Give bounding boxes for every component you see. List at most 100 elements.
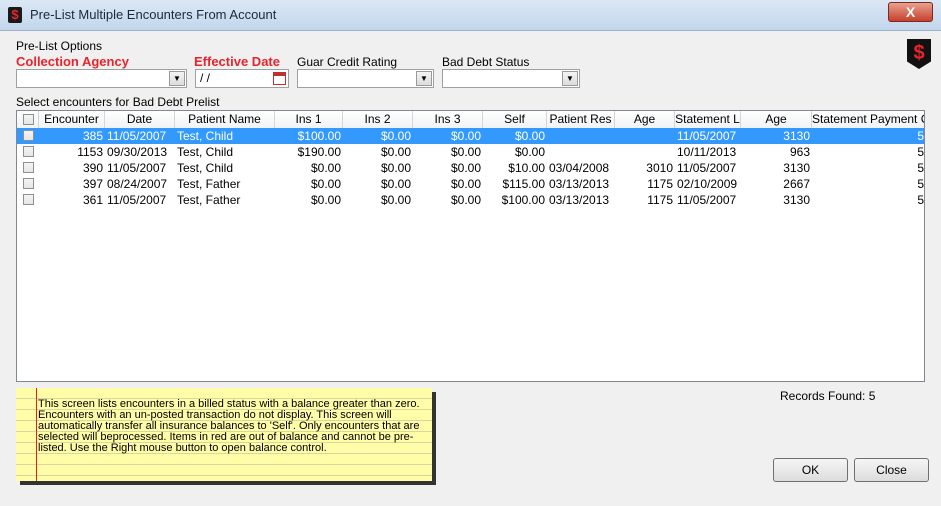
dialog-body: Pre-List Options Collection Agency ▼ Eff… [6, 31, 935, 501]
table-cell: 397 [82, 177, 103, 191]
table-cell: 09/30/2013 [107, 145, 168, 159]
table-cell: $0.00 [310, 177, 341, 191]
ok-button[interactable]: OK [773, 458, 848, 482]
table-cell: 11/05/2007 [107, 193, 167, 207]
column-header[interactable]: Age [615, 111, 675, 128]
table-cell: $0.00 [450, 161, 481, 175]
table-cell: $190.00 [297, 145, 341, 159]
table-cell: 1153 [77, 145, 103, 159]
table-cell: 5 [917, 161, 924, 175]
app-icon: $ [8, 7, 22, 23]
table-cell: 3130 [783, 193, 810, 207]
table-cell: $0.00 [380, 193, 411, 207]
encounters-grid[interactable]: Encounter Date Patient Name Ins 1 Ins 2 Ins 3… [16, 110, 925, 382]
table-cell: Test, Child [177, 161, 234, 175]
table-cell: 361 [82, 193, 103, 207]
dollar-shield-icon: $ [907, 39, 931, 69]
column-header[interactable]: Encounter [39, 111, 105, 128]
effective-date-label: Effective Date [194, 54, 280, 69]
table-row[interactable]: 361 11/05/2007 Test, Father $0.00 $0.00 $0.00… [17, 192, 924, 208]
column-header[interactable]: Statement L [675, 111, 741, 128]
table-cell: $0.00 [380, 161, 411, 175]
column-header[interactable]: Patient Res [547, 111, 615, 128]
table-cell: $10.00 [508, 161, 545, 175]
column-header[interactable]: Ins 1 [275, 111, 343, 128]
table-cell: $100.00 [501, 193, 545, 207]
table-cell: $0.00 [310, 193, 341, 207]
table-cell: $0.00 [310, 161, 341, 175]
bad-debt-status-dropdown[interactable]: ▼ [442, 69, 580, 88]
close-button[interactable]: Close [854, 458, 929, 482]
table-cell: 1175 [647, 193, 673, 207]
column-header[interactable]: Ins 2 [343, 111, 413, 128]
table-cell: Test, Child [177, 129, 234, 143]
row-checkbox[interactable] [23, 162, 34, 173]
row-checkbox[interactable] [23, 194, 34, 205]
table-row[interactable]: 1153 09/30/2013 Test, Child $190.00 $0.00 $0.… [17, 144, 924, 160]
column-header[interactable]: Ins 3 [413, 111, 483, 128]
table-cell: $115.00 [502, 177, 546, 191]
table-cell: $100.00 [297, 129, 341, 143]
title-bar: $ Pre-List Multiple Encounters From Acco… [0, 0, 941, 31]
chevron-down-icon[interactable]: ▼ [416, 71, 432, 86]
table-cell: 2667 [783, 177, 810, 191]
table-cell: $0.00 [450, 193, 481, 207]
guar-credit-rating-dropdown[interactable]: ▼ [297, 69, 434, 88]
table-cell: $0.00 [514, 145, 545, 159]
chevron-down-icon[interactable]: ▼ [562, 71, 578, 86]
table-row[interactable]: 397 08/24/2007 Test, Father $0.00 $0.00 $0.00… [17, 176, 924, 192]
table-cell: 963 [789, 145, 810, 159]
row-checkbox[interactable] [23, 146, 34, 157]
effective-date-value: / / [200, 71, 211, 85]
select-all-checkbox[interactable] [17, 111, 39, 128]
table-row[interactable]: 390 11/05/2007 Test, Child $0.00 $0.00 $0.00 $… [17, 160, 924, 176]
bad-debt-status-label: Bad Debt Status [442, 55, 530, 69]
collection-agency-label: Collection Agency [16, 54, 129, 69]
grid-header: Encounter Date Patient Name Ins 1 Ins 2 Ins 3… [17, 111, 924, 129]
table-cell: 5 [917, 145, 924, 159]
table-cell: 03/04/2008 [549, 161, 610, 175]
calendar-icon[interactable] [273, 72, 286, 85]
table-cell: Test, Father [177, 193, 241, 207]
row-checkbox[interactable] [23, 130, 34, 141]
table-cell: 5 [917, 177, 924, 191]
column-header[interactable]: Patient Name [175, 111, 275, 128]
grid-caption: Select encounters for Bad Debt Prelist [16, 95, 220, 109]
table-cell: Test, Child [177, 145, 234, 159]
checkbox-icon[interactable] [23, 114, 34, 125]
table-cell: 11/05/2007 [677, 193, 737, 207]
collection-agency-dropdown[interactable]: ▼ [16, 69, 187, 88]
table-cell: 11/05/2007 [677, 161, 737, 175]
table-cell: 3130 [783, 161, 810, 175]
column-header[interactable]: Self [483, 111, 547, 128]
help-note: This screen lists encounters in a billed… [16, 388, 432, 481]
guar-credit-rating-label: Guar Credit Rating [297, 55, 398, 69]
prelist-options-label: Pre-List Options [16, 39, 103, 53]
column-header[interactable]: Statement Payment C [812, 111, 924, 128]
table-cell: 03/13/2013 [549, 193, 610, 207]
table-cell: $0.00 [450, 177, 481, 191]
table-cell [547, 128, 615, 144]
table-cell: $0.00 [380, 177, 411, 191]
table-cell: 5 [917, 129, 924, 143]
table-cell [547, 144, 615, 160]
table-cell: Test, Father [177, 177, 241, 191]
table-cell: $0.00 [450, 145, 481, 159]
table-cell: 02/10/2009 [677, 177, 738, 191]
column-header[interactable]: Date [105, 111, 175, 128]
chevron-down-icon[interactable]: ▼ [169, 71, 185, 86]
table-cell: $0.00 [380, 129, 411, 143]
table-cell: 11/05/2007 [677, 129, 737, 143]
row-checkbox[interactable] [23, 178, 34, 189]
column-header[interactable]: Age [741, 111, 812, 128]
window-close-button[interactable]: X [888, 2, 933, 22]
table-cell: 385 [82, 129, 103, 143]
table-cell: 08/24/2007 [107, 177, 168, 191]
table-row[interactable]: 385 11/05/2007 Test, Child $100.00 $0.00 $0.0… [17, 128, 924, 144]
table-cell [615, 144, 675, 160]
effective-date-field[interactable]: / / [195, 69, 289, 88]
window-title: Pre-List Multiple Encounters From Accoun… [30, 7, 277, 22]
table-cell: 11/05/2007 [107, 129, 167, 143]
table-cell [615, 128, 675, 144]
table-cell: 5 [917, 193, 924, 207]
